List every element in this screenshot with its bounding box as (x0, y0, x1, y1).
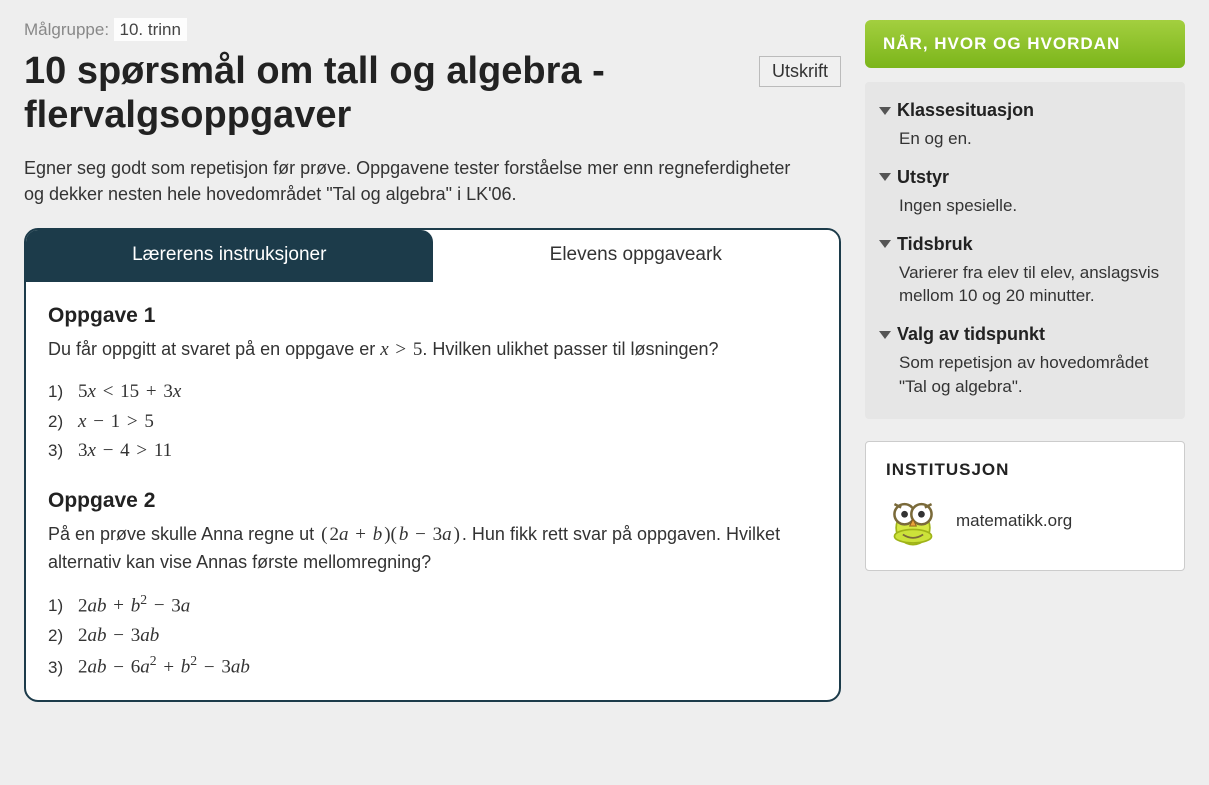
task-title: Oppgave 1 (48, 304, 817, 328)
option-math: 5x < 15 + 3x (78, 377, 181, 406)
info-item: Utstyr Ingen spesielle. (879, 167, 1171, 218)
task-text: Du får oppgitt at svaret på en oppgave e… (48, 336, 817, 364)
options-list: 1) 2ab + b2 − 3a 2) 2ab − 3ab 3) 2ab − 6… (48, 589, 817, 682)
info-head-label: Valg av tidspunkt (897, 324, 1045, 345)
chevron-down-icon (879, 240, 891, 248)
info-body: En og en. (879, 121, 1171, 151)
options-list: 1) 5x < 15 + 3x 2) x − 1 > 5 3) 3x − 4 >… (48, 377, 817, 465)
task-text-pre: Du får oppgitt at svaret på en oppgave e… (48, 339, 380, 359)
info-head-label: Klassesituasjon (897, 100, 1034, 121)
task-text: På en prøve skulle Anna regne ut (2a + b… (48, 521, 817, 575)
target-label: Målgruppe: (24, 20, 109, 39)
option-math: 2ab + b2 − 3a (78, 589, 190, 621)
option-number: 3) (48, 655, 70, 681)
option-math: 3x − 4 > 11 (78, 436, 172, 465)
task-text-pre: På en prøve skulle Anna regne ut (48, 524, 319, 544)
info-head-utstyr[interactable]: Utstyr (879, 167, 1171, 188)
tab-container: Lærerens instruksjoner Elevens oppgavear… (24, 228, 841, 702)
math-inline: (2a + b)(b − 3a) (319, 524, 462, 545)
intro-text: Egner seg godt som repetisjon før prøve.… (24, 155, 794, 207)
option: 2) 2ab − 3ab (48, 621, 817, 650)
info-panel: Klassesituasjon En og en. Utstyr Ingen s… (865, 82, 1185, 419)
page-title: 10 spørsmål om tall og algebra - flerval… (24, 50, 743, 137)
task-title: Oppgave 2 (48, 489, 817, 513)
info-head-tidsbruk[interactable]: Tidsbruk (879, 234, 1171, 255)
option-number: 1) (48, 379, 70, 405)
institution-name[interactable]: matematikk.org (956, 511, 1072, 531)
tab-student-worksheet[interactable]: Elevens oppgaveark (433, 230, 840, 282)
target-group: Målgruppe: 10. trinn (24, 20, 841, 40)
info-head-label: Tidsbruk (897, 234, 973, 255)
info-body: Som repetisjon av hovedområdet "Tal og a… (879, 345, 1171, 399)
info-head-valg-av-tidspunkt[interactable]: Valg av tidspunkt (879, 324, 1171, 345)
chevron-down-icon (879, 331, 891, 339)
institution-box: Institusjon matematikk.org (865, 441, 1185, 571)
print-button[interactable]: Utskrift (759, 56, 841, 87)
tab-teacher-instructions[interactable]: Lærerens instruksjoner (26, 230, 433, 282)
option: 3) 2ab − 6a2 + b2 − 3ab (48, 650, 817, 682)
info-head-klassesituasjon[interactable]: Klassesituasjon (879, 100, 1171, 121)
option-number: 3) (48, 438, 70, 464)
info-body: Varierer fra elev til elev, anslagsvis m… (879, 255, 1171, 309)
option-math: x − 1 > 5 (78, 407, 154, 436)
option-number: 1) (48, 593, 70, 619)
chevron-down-icon (879, 107, 891, 115)
chevron-down-icon (879, 173, 891, 181)
option-number: 2) (48, 409, 70, 435)
option-math: 2ab − 3ab (78, 621, 159, 650)
option: 1) 2ab + b2 − 3a (48, 589, 817, 621)
info-body: Ingen spesielle. (879, 188, 1171, 218)
info-item: Tidsbruk Varierer fra elev til elev, ans… (879, 234, 1171, 309)
math-inline: x > 5 (380, 339, 422, 360)
option: 3) 3x − 4 > 11 (48, 436, 817, 465)
tab-body: Oppgave 1 Du får oppgitt at svaret på en… (26, 282, 839, 700)
owl-icon (886, 494, 940, 548)
option: 1) 5x < 15 + 3x (48, 377, 817, 406)
institution-label: Institusjon (886, 460, 1164, 480)
option: 2) x − 1 > 5 (48, 407, 817, 436)
target-value: 10. trinn (114, 18, 187, 41)
task-text-post: . Hvilken ulikhet passer til løsningen? (422, 339, 718, 359)
info-item: Valg av tidspunkt Som repetisjon av hove… (879, 324, 1171, 399)
option-number: 2) (48, 623, 70, 649)
info-head-label: Utstyr (897, 167, 949, 188)
option-math: 2ab − 6a2 + b2 − 3ab (78, 650, 250, 682)
sidebar-header: Når, hvor og hvordan (865, 20, 1185, 68)
info-item: Klassesituasjon En og en. (879, 100, 1171, 151)
